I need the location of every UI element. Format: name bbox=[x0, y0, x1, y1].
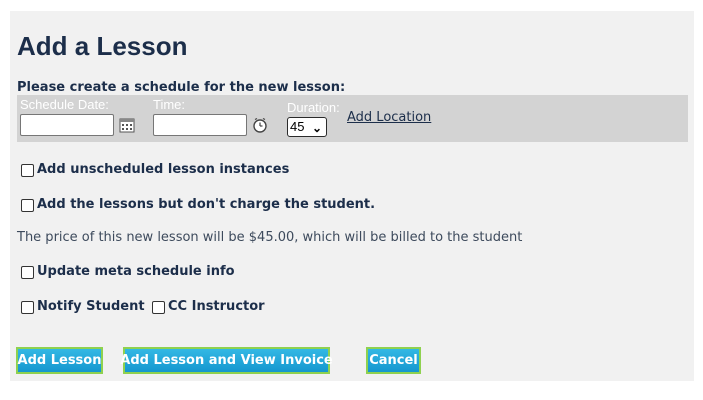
schedule-bar: Schedule Date: Time: Duration: 45 ⌄ Add … bbox=[17, 95, 688, 142]
meta-schedule-option[interactable]: Update meta schedule info bbox=[21, 264, 235, 280]
duration-label: Duration: bbox=[287, 100, 340, 115]
price-note: The price of this new lesson will be $45… bbox=[17, 230, 523, 245]
page-title: Add a Lesson bbox=[17, 31, 188, 61]
duration-select[interactable]: 45 ⌄ bbox=[287, 117, 327, 137]
calendar-icon[interactable] bbox=[119, 117, 135, 133]
time-label: Time: bbox=[153, 97, 186, 112]
add-location-link[interactable]: Add Location bbox=[347, 110, 431, 126]
add-lesson-panel: Add a Lesson Please create a schedule fo… bbox=[10, 11, 694, 381]
clock-icon[interactable] bbox=[252, 117, 268, 133]
notify-student-option[interactable]: Notify Student bbox=[21, 299, 145, 315]
time-input[interactable] bbox=[153, 114, 247, 136]
meta-schedule-label: Update meta schedule info bbox=[37, 264, 235, 279]
no-charge-checkbox[interactable] bbox=[21, 198, 34, 212]
unscheduled-checkbox[interactable] bbox=[21, 163, 34, 177]
add-lesson-button[interactable]: Add Lesson bbox=[16, 347, 103, 374]
cc-instructor-option[interactable]: CC Instructor bbox=[152, 299, 265, 315]
chevron-down-icon: ⌄ bbox=[311, 121, 322, 135]
cancel-button[interactable]: Cancel bbox=[366, 347, 421, 374]
no-charge-label: Add the lessons but don't charge the stu… bbox=[37, 197, 376, 212]
schedule-instructions: Please create a schedule for the new les… bbox=[17, 80, 346, 95]
notify-student-checkbox[interactable] bbox=[21, 300, 34, 314]
notify-student-label: Notify Student bbox=[37, 299, 145, 314]
add-lesson-view-invoice-button[interactable]: Add Lesson and View Invoice bbox=[120, 347, 333, 374]
duration-value: 45 bbox=[290, 119, 305, 134]
no-charge-option[interactable]: Add the lessons but don't charge the stu… bbox=[21, 197, 375, 213]
unscheduled-option[interactable]: Add unscheduled lesson instances bbox=[21, 162, 289, 178]
schedule-date-label: Schedule Date: bbox=[20, 97, 109, 112]
cc-instructor-checkbox[interactable] bbox=[152, 300, 165, 314]
schedule-date-input[interactable] bbox=[20, 114, 114, 136]
meta-schedule-checkbox[interactable] bbox=[21, 265, 34, 279]
cc-instructor-label: CC Instructor bbox=[168, 299, 265, 314]
unscheduled-label: Add unscheduled lesson instances bbox=[37, 162, 290, 177]
